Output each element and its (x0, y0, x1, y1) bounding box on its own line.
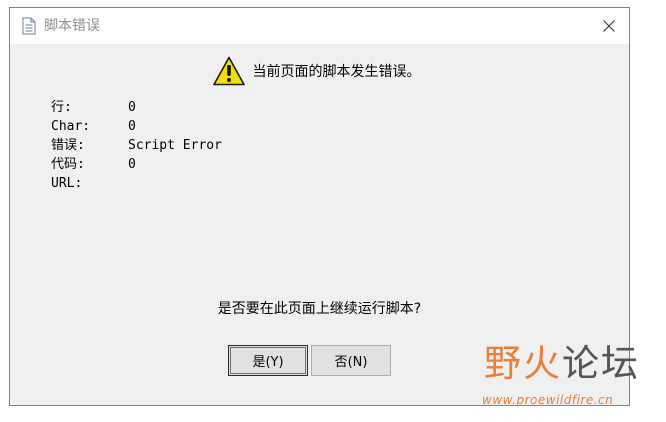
close-icon (603, 20, 615, 32)
window-title: 脚本错误 (44, 18, 100, 34)
detail-label: 行: (51, 100, 72, 115)
warning-icon (212, 56, 245, 86)
detail-row-code: 代码: 0 (51, 155, 222, 174)
detail-label: 代码: (51, 157, 85, 172)
watermark-title-rest: 论坛 (562, 342, 640, 385)
detail-label: Char: (51, 119, 91, 134)
detail-value: 0 (128, 157, 136, 172)
detail-row-error: 错误: Script Error (51, 136, 222, 155)
detail-row-url: URL: (51, 174, 222, 193)
error-details: 行: 0 Char: 0 错误: Script Error 代码: 0 URL: (51, 98, 222, 193)
detail-row-char: Char: 0 (51, 117, 222, 136)
detail-value: 0 (128, 100, 136, 115)
document-icon (22, 17, 36, 35)
detail-label: URL: (51, 176, 83, 191)
watermark-title-accent: 野火 (484, 342, 562, 385)
watermark-url: www.proewildfire.cn (482, 393, 614, 407)
detail-label: 错误: (51, 138, 85, 153)
watermark-title: 野火论坛 (484, 340, 640, 388)
detail-value: Script Error (128, 138, 222, 153)
detail-value: 0 (128, 119, 136, 134)
forum-watermark: 野火论坛 www.proewildfire.cn (478, 340, 660, 416)
button-row: 是(Y) 否(N) (228, 345, 394, 376)
yes-button[interactable]: 是(Y) (228, 345, 308, 376)
headline-text: 当前页面的脚本发生错误。 (252, 64, 421, 80)
no-button[interactable]: 否(N) (311, 345, 391, 376)
close-button[interactable] (589, 8, 629, 44)
error-headline: 当前页面的脚本发生错误。 (10, 56, 629, 86)
title-bar: 脚本错误 (10, 8, 629, 44)
detail-row-line: 行: 0 (51, 98, 222, 117)
continue-question: 是否要在此页面上继续运行脚本? (217, 301, 422, 317)
